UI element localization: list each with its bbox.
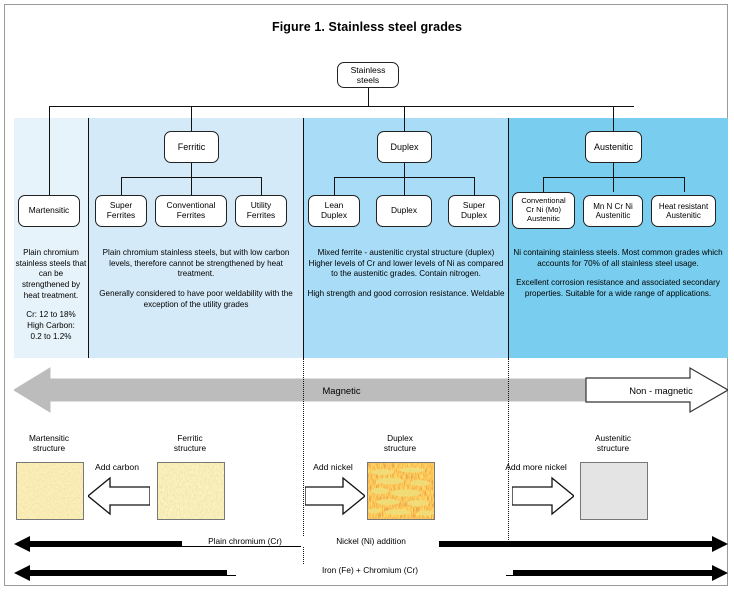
connector-lean-duplex: [334, 177, 336, 195]
description-ferritic: Plain chromium stainless steels, but wit…: [92, 248, 300, 310]
description-text: Plain chromium stainless steels, but wit…: [102, 248, 290, 279]
node-label: Stainless steels: [350, 64, 386, 85]
figure-title: Figure 1. Stainless steel grades: [271, 20, 463, 34]
structure-name: Duplex structure: [383, 433, 417, 454]
description-text: Cr: 12 to 18%: [26, 310, 76, 320]
node-label: Duplex: [390, 141, 419, 152]
transition-arrow-add-more-nickel: [512, 476, 574, 516]
micrograph-martensitic: [16, 462, 84, 520]
node-label: Duplex: [390, 205, 418, 216]
connector-drop-martensitic: [49, 106, 51, 195]
micrograph-austenitic: [580, 462, 648, 520]
transition-label-add-nickel: Add nickel: [313, 462, 353, 472]
connector-drop-ferritic: [191, 106, 193, 131]
description-martensitic: Plain chromium stainless steels that can…: [15, 248, 87, 342]
node-label: Super Ferrites: [106, 200, 136, 220]
node-heat-resistant-austenitic[interactable]: Heat resistant Austenitic: [651, 195, 716, 227]
node-duplex-child[interactable]: Duplex: [376, 195, 432, 227]
node-label: Conventional Cr Ni (Mo) Austenitic: [521, 196, 566, 223]
transition-label-add-carbon: Add carbon: [95, 462, 139, 472]
divider-dotted-austenitic: [508, 358, 509, 542]
connector-duplex-stem: [404, 163, 406, 177]
transition-arrow-add-carbon: [88, 476, 150, 516]
description-austenitic: Ni containing stainless steels. Most com…: [512, 248, 724, 300]
description-duplex: Mixed ferrite - austenitic crystal struc…: [307, 248, 505, 300]
connector-conventional-ferrites: [191, 177, 193, 195]
composition-label-nickel: Nickel (Ni) addition: [308, 536, 434, 546]
node-label: Lean Duplex: [320, 200, 348, 220]
connector-super-duplex: [474, 177, 476, 195]
node-super-ferrites[interactable]: Super Ferrites: [95, 195, 147, 227]
connector-ferritic-stem: [191, 163, 193, 177]
node-martensitic[interactable]: Martensitic: [18, 195, 80, 227]
structure-name: Ferritic structure: [173, 433, 207, 454]
band-divider-2: [302, 118, 304, 358]
connector-austenitic-stem: [613, 163, 615, 177]
connector-drop-austenitic: [613, 106, 615, 131]
connector-heat-resistant-austenitic: [684, 177, 686, 192]
connector-main-bus: [49, 106, 634, 108]
node-label: Martensitic: [28, 205, 70, 216]
connector-utility-ferrites: [261, 177, 263, 195]
magnetic-label: Magnetic: [322, 384, 361, 396]
node-label: Ferritic: [177, 141, 206, 152]
micrograph-duplex: [367, 462, 435, 520]
description-text: 0.2 to 1.2%: [30, 331, 72, 341]
node-ferritic[interactable]: Ferritic: [164, 131, 219, 163]
node-label: Conventional Ferrites: [166, 200, 216, 220]
node-mn-n-cr-ni-austenitic[interactable]: Mn N Cr Ni Austenitic: [583, 195, 643, 227]
connector-mnncrni-austenitic: [613, 177, 615, 192]
node-conventional-ferrites[interactable]: Conventional Ferrites: [155, 195, 227, 227]
figure-canvas: Figure 1. Stainless steel grades Stainle…: [0, 0, 734, 592]
connector-super-ferrites: [121, 177, 123, 195]
description-text: Mixed ferrite - austenitic crystal struc…: [308, 248, 504, 279]
description-text: Excellent corrosion resistance and assoc…: [516, 278, 720, 299]
connector-duplex-child: [404, 177, 406, 195]
structure-label-duplex: Duplex structure: [365, 433, 435, 454]
structure-name: Austenitic structure: [595, 433, 631, 454]
connector-drop-duplex: [404, 106, 406, 131]
structure-name: Martensitic structure: [28, 433, 70, 454]
composition-label-chromium: Plain chromium (Cr): [182, 536, 308, 546]
node-utility-ferrites[interactable]: Utility Ferrites: [235, 195, 287, 227]
structure-label-martensitic: Martensitic structure: [14, 433, 84, 454]
structure-label-ferritic: Ferritic structure: [155, 433, 225, 454]
description-text: Plain chromium stainless steels that can…: [15, 248, 87, 300]
band-divider-1: [87, 118, 89, 358]
non-magnetic-label: Non - magnetic: [629, 384, 693, 396]
node-label: Utility Ferrites: [246, 200, 276, 220]
band-divider-3: [507, 118, 509, 358]
node-label: Heat resistant Austenitic: [658, 201, 709, 220]
magnetism-band: Magnetic Non - magnetic: [14, 366, 728, 414]
connector-conventional-austenitic: [543, 177, 545, 192]
node-stainless-steels[interactable]: Stainless steels: [337, 62, 399, 88]
description-text: Generally considered to have poor weldab…: [99, 289, 293, 309]
description-text: Ni containing stainless steels. Most com…: [513, 248, 723, 268]
node-lean-duplex[interactable]: Lean Duplex: [308, 195, 360, 227]
transition-arrow-add-nickel: [305, 476, 365, 516]
transition-label-add-more-nickel: Add more nickel: [505, 462, 567, 472]
composition-label-iron-chromium: Iron (Fe) + Chromium (Cr): [227, 565, 513, 575]
node-label: Super Duplex: [460, 200, 488, 220]
structure-label-austenitic: Austenitic structure: [578, 433, 648, 454]
connector-root-stem: [368, 88, 370, 106]
description-text: High strength and good corrosion resista…: [307, 289, 505, 299]
micrograph-ferritic: [157, 462, 225, 520]
node-austenitic[interactable]: Austenitic: [585, 131, 642, 163]
node-label: Mn N Cr Ni Austenitic: [593, 201, 633, 220]
description-text: High Carbon:: [27, 321, 75, 331]
node-duplex[interactable]: Duplex: [377, 131, 432, 163]
node-super-duplex[interactable]: Super Duplex: [448, 195, 500, 227]
node-conventional-crni-austenitic[interactable]: Conventional Cr Ni (Mo) Austenitic: [512, 192, 575, 229]
node-label: Austenitic: [593, 141, 634, 152]
